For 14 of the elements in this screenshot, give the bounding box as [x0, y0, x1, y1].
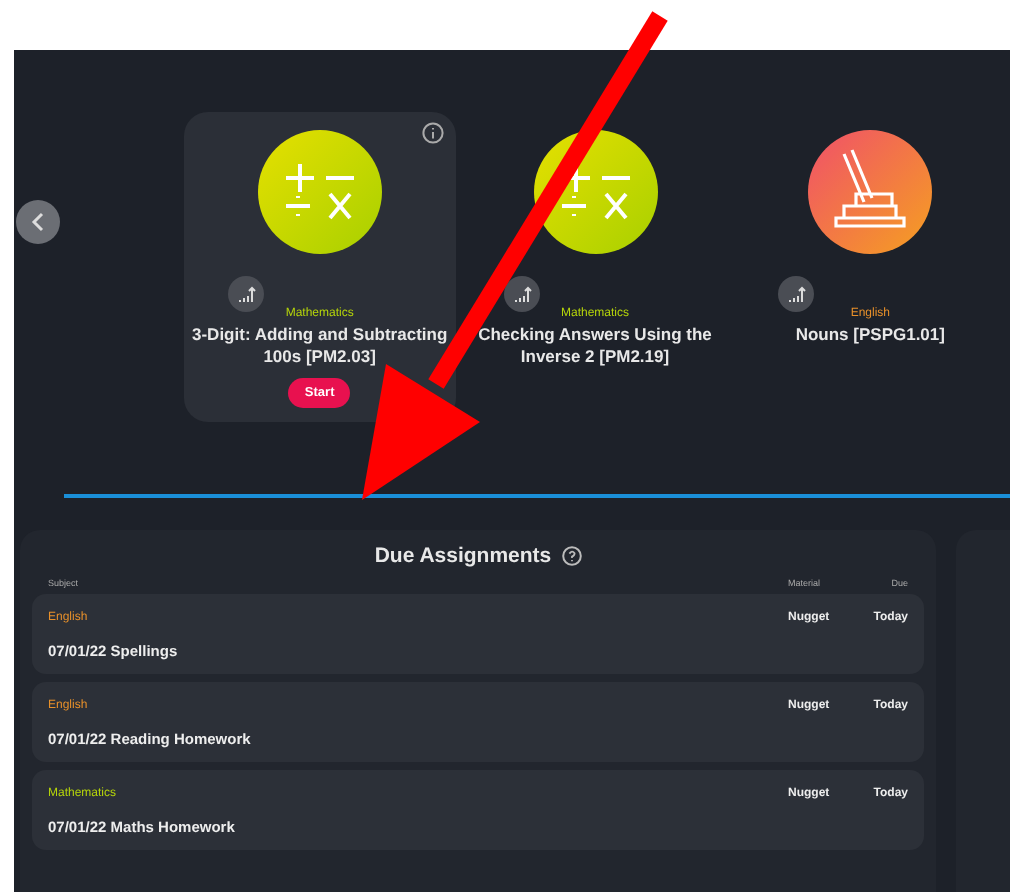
books-icon: [808, 130, 933, 254]
level-chart-icon[interactable]: [228, 276, 264, 312]
chevron-left-icon: [30, 212, 46, 232]
level-chart-icon[interactable]: [778, 276, 815, 312]
lesson-title: 3-Digit: Adding and Subtracting 100s [PM2.03]: [192, 324, 448, 366]
lesson-title: Checking Answers Using the Inverse 2 [PM2.19]: [478, 324, 712, 366]
math-symbols-icon: [533, 130, 657, 254]
panel-title: Due Assignments: [374, 544, 552, 568]
level-chart-icon[interactable]: [503, 276, 540, 312]
previous-button[interactable]: [16, 200, 60, 244]
help-icon[interactable]: [561, 546, 582, 566]
info-icon[interactable]: [421, 122, 444, 144]
math-symbols-icon: [257, 130, 382, 254]
lesson-title: Nouns [PSPG1.01]: [795, 324, 945, 344]
